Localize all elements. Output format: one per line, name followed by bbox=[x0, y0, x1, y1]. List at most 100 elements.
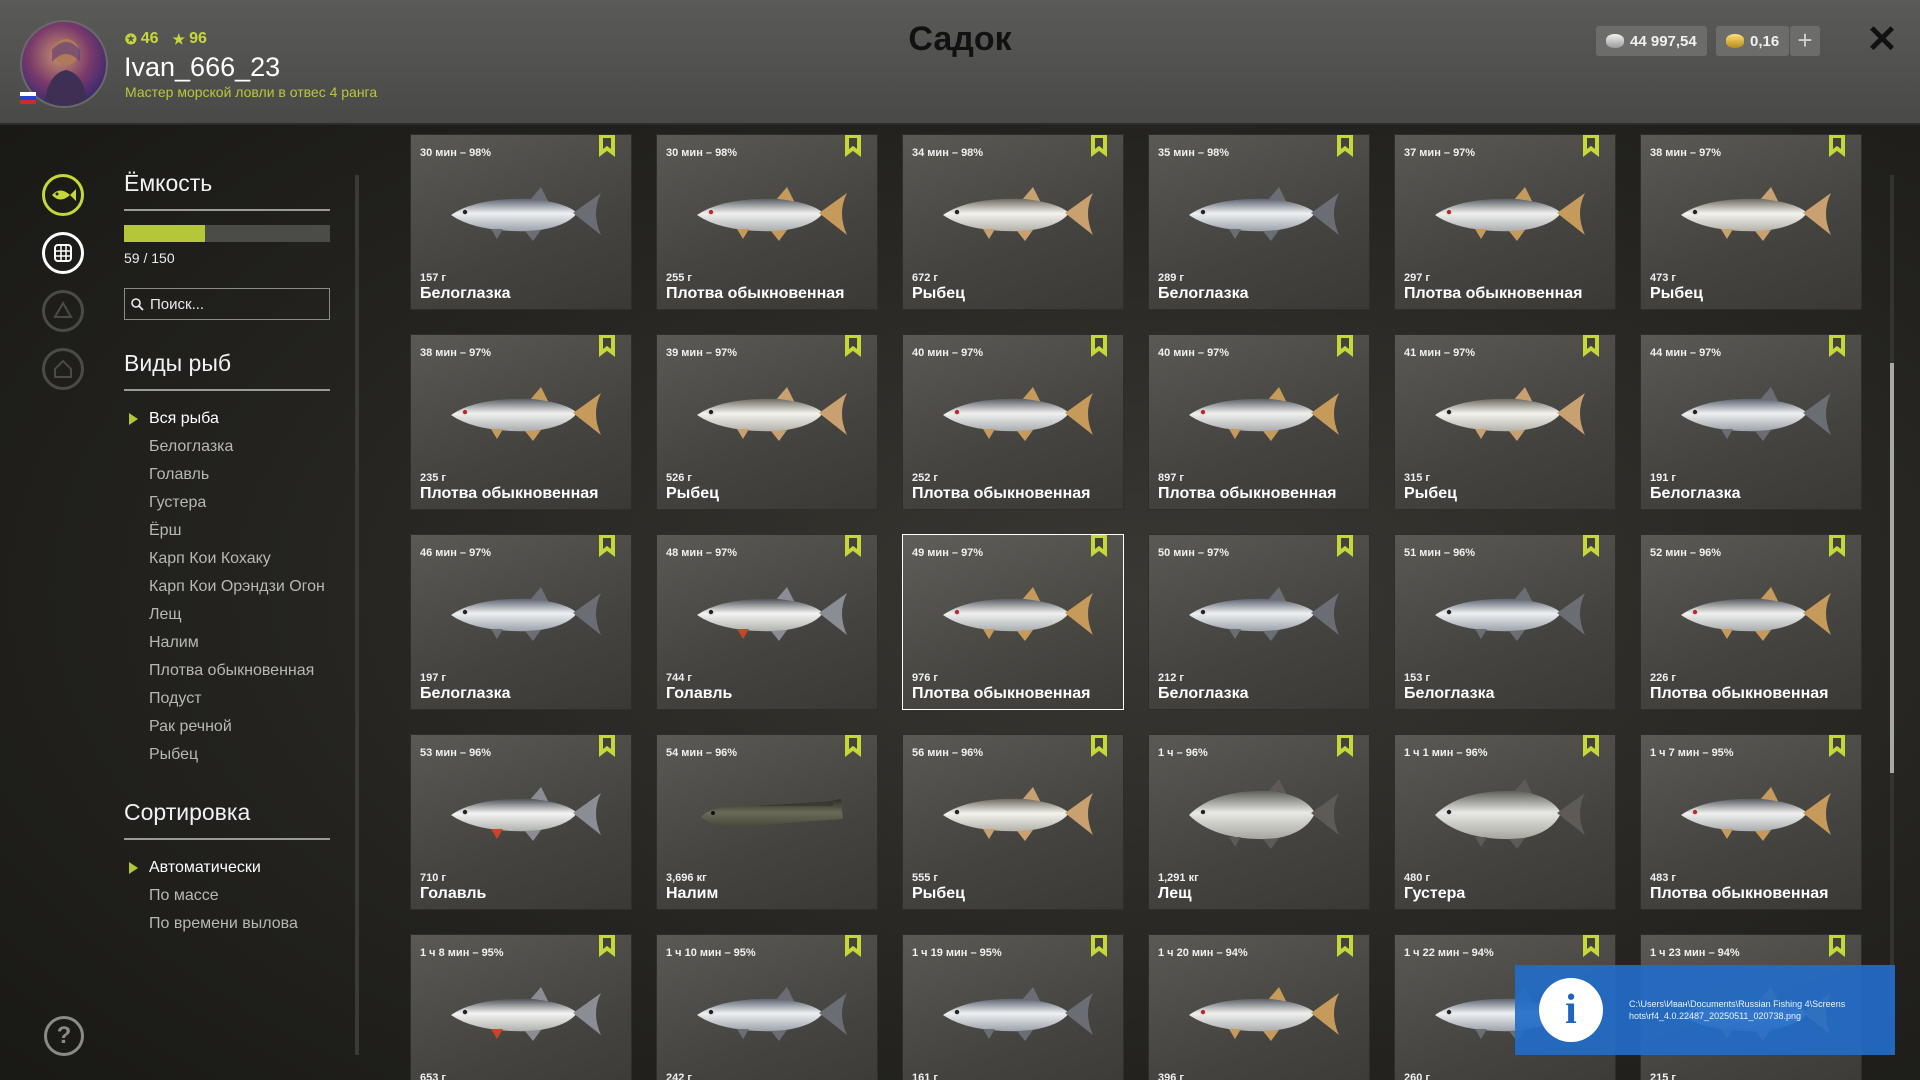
species-filter-item[interactable]: Белоглазка bbox=[124, 433, 330, 461]
bream-fish-icon bbox=[1435, 587, 1585, 641]
roach-fish-icon bbox=[943, 387, 1093, 441]
bookmark-icon[interactable] bbox=[1829, 735, 1845, 757]
fish-weight: 473 г bbox=[1650, 272, 1676, 284]
bookmark-icon[interactable] bbox=[1829, 535, 1845, 557]
bookmark-icon[interactable] bbox=[1337, 935, 1353, 957]
bream-fish-icon bbox=[697, 987, 847, 1041]
catch-time: 1 ч 1 мин – 96% bbox=[1404, 747, 1488, 759]
fish-card[interactable]: 1 ч 19 мин – 95% 161 г bbox=[902, 934, 1124, 1080]
bookmark-icon[interactable] bbox=[1583, 935, 1599, 957]
species-filter-item[interactable]: Рыбец bbox=[124, 741, 330, 769]
fish-card[interactable]: 39 мин – 97% 526 г Рыбец bbox=[656, 334, 878, 510]
fish-card[interactable]: 40 мин – 97% 252 г Плотва обыкновенная bbox=[902, 334, 1124, 510]
bookmark-icon[interactable] bbox=[599, 735, 615, 757]
fish-card[interactable]: 38 мин – 97% 235 г Плотва обыкновенная bbox=[410, 334, 632, 510]
fish-card[interactable]: 56 мин – 96% 555 г Рыбец bbox=[902, 734, 1124, 910]
fish-weight: 1,291 кг bbox=[1158, 872, 1199, 884]
species-filter-item[interactable]: Голавль bbox=[124, 461, 330, 489]
bookmark-icon[interactable] bbox=[1091, 135, 1107, 157]
keepnet-icon[interactable] bbox=[42, 232, 84, 274]
add-currency-button[interactable]: + bbox=[1790, 26, 1820, 56]
bookmark-icon[interactable] bbox=[1829, 135, 1845, 157]
sort-option-item[interactable]: По времени вылова bbox=[124, 910, 330, 938]
fish-weight: 242 г bbox=[666, 1072, 692, 1080]
bream-fish-icon bbox=[451, 587, 601, 641]
fish-card[interactable]: 1 ч 8 мин – 95% 653 г bbox=[410, 934, 632, 1080]
bookmark-icon[interactable] bbox=[599, 935, 615, 957]
fish-card[interactable]: 48 мин – 97% 744 г Голавль bbox=[656, 534, 878, 710]
fish-card[interactable]: 1 ч – 96% 1,291 кг Лещ bbox=[1148, 734, 1370, 910]
bookmark-icon[interactable] bbox=[599, 135, 615, 157]
bookmark-icon[interactable] bbox=[1583, 735, 1599, 757]
fish-card[interactable]: 1 ч 1 мин – 96% 480 г Густера bbox=[1394, 734, 1616, 910]
fish-card[interactable]: 34 мин – 98% 672 г Рыбец bbox=[902, 134, 1124, 310]
sort-option-item[interactable]: Автоматически bbox=[124, 854, 330, 882]
species-filter-item[interactable]: Подуст bbox=[124, 685, 330, 713]
level-stat: ✪ 46 bbox=[125, 30, 159, 48]
bookmark-icon[interactable] bbox=[1829, 335, 1845, 357]
species-filter-item[interactable]: Густера bbox=[124, 489, 330, 517]
bookmark-icon[interactable] bbox=[845, 135, 861, 157]
species-filter-item[interactable]: Вся рыба bbox=[124, 405, 330, 433]
bookmark-icon[interactable] bbox=[1091, 535, 1107, 557]
bookmark-icon[interactable] bbox=[1337, 135, 1353, 157]
bookmark-icon[interactable] bbox=[1583, 535, 1599, 557]
screenshot-notification[interactable]: i C:\Users\Иван\Documents\Russian Fishin… bbox=[1515, 965, 1895, 1055]
bookmark-icon[interactable] bbox=[1091, 935, 1107, 957]
search-input[interactable]: Поиск... bbox=[124, 288, 330, 320]
fish-card[interactable]: 54 мин – 96% 3,696 кг Налим bbox=[656, 734, 878, 910]
fish-card[interactable]: 49 мин – 97% 976 г Плотва обыкновенная bbox=[902, 534, 1124, 710]
fish-card[interactable]: 50 мин – 97% 212 г Белоглазка bbox=[1148, 534, 1370, 710]
bookmark-icon[interactable] bbox=[599, 535, 615, 557]
fish-icon[interactable] bbox=[42, 174, 84, 216]
catch-time: 52 мин – 96% bbox=[1650, 547, 1722, 559]
fish-card[interactable]: 51 мин – 96% 153 г Белоглазка bbox=[1394, 534, 1616, 710]
sort-option-item[interactable]: По массе bbox=[124, 882, 330, 910]
bookmark-icon[interactable] bbox=[1337, 335, 1353, 357]
bookmark-icon[interactable] bbox=[845, 335, 861, 357]
fish-card[interactable]: 40 мин – 97% 897 г Плотва обыкновенная bbox=[1148, 334, 1370, 510]
help-icon[interactable]: ? bbox=[44, 1016, 84, 1056]
fish-card[interactable]: 52 мин – 96% 226 г Плотва обыкновенная bbox=[1640, 534, 1862, 710]
fish-card[interactable]: 1 ч 7 мин – 95% 483 г Плотва обыкновенна… bbox=[1640, 734, 1862, 910]
fish-name: Рыбец bbox=[1650, 285, 1703, 302]
fish-name: Плотва обыкновенная bbox=[1650, 685, 1829, 702]
fish-card[interactable]: 46 мин – 97% 197 г Белоглазка bbox=[410, 534, 632, 710]
fish-card[interactable]: 44 мин – 97% 191 г Белоглазка bbox=[1640, 334, 1862, 510]
species-filter-item[interactable]: Карп Кои Орэндзи Огон bbox=[124, 573, 330, 601]
species-filter-item[interactable]: Налим bbox=[124, 629, 330, 657]
species-filter-item[interactable]: Рак речной bbox=[124, 713, 330, 741]
fish-card[interactable]: 30 мин – 98% 255 г Плотва обыкновенная bbox=[656, 134, 878, 310]
bookmark-icon[interactable] bbox=[1583, 135, 1599, 157]
species-filter-item[interactable]: Лещ bbox=[124, 601, 330, 629]
species-filter-item[interactable]: Ёрш bbox=[124, 517, 330, 545]
boat-icon[interactable] bbox=[42, 290, 84, 332]
fish-card[interactable]: 38 мин – 97% 473 г Рыбец bbox=[1640, 134, 1862, 310]
species-filter-item[interactable]: Плотва обыкновенная bbox=[124, 657, 330, 685]
fish-card[interactable]: 1 ч 20 мин – 94% 396 г bbox=[1148, 934, 1370, 1080]
home-icon[interactable] bbox=[42, 348, 84, 390]
fish-card[interactable]: 53 мин – 96% 710 г Голавль bbox=[410, 734, 632, 910]
species-filter-item[interactable]: Карп Кои Кохаку bbox=[124, 545, 330, 573]
scrollbar[interactable] bbox=[1890, 175, 1894, 1055]
fish-weight: 161 г bbox=[912, 1072, 938, 1080]
bookmark-icon[interactable] bbox=[1091, 335, 1107, 357]
fish-card[interactable]: 37 мин – 97% 297 г Плотва обыкновенная bbox=[1394, 134, 1616, 310]
bookmark-icon[interactable] bbox=[1337, 735, 1353, 757]
bookmark-icon[interactable] bbox=[845, 735, 861, 757]
bookmark-icon[interactable] bbox=[599, 335, 615, 357]
close-button[interactable]: ✕ bbox=[1862, 18, 1902, 62]
fish-card[interactable]: 30 мин – 98% 157 г Белоглазка bbox=[410, 134, 632, 310]
bookmark-icon[interactable] bbox=[845, 535, 861, 557]
scrollbar-thumb[interactable] bbox=[1890, 363, 1894, 773]
bookmark-icon[interactable] bbox=[1091, 735, 1107, 757]
stars-value: 96 bbox=[189, 30, 207, 47]
fish-card[interactable]: 35 мин – 98% 289 г Белоглазка bbox=[1148, 134, 1370, 310]
bookmark-icon[interactable] bbox=[845, 935, 861, 957]
bookmark-icon[interactable] bbox=[1337, 535, 1353, 557]
fish-card[interactable]: 1 ч 10 мин – 95% 242 г bbox=[656, 934, 878, 1080]
bookmark-icon[interactable] bbox=[1829, 935, 1845, 957]
bookmark-icon[interactable] bbox=[1583, 335, 1599, 357]
fish-card[interactable]: 41 мин – 97% 315 г Рыбец bbox=[1394, 334, 1616, 510]
fish-name: Рыбец bbox=[1404, 485, 1457, 502]
